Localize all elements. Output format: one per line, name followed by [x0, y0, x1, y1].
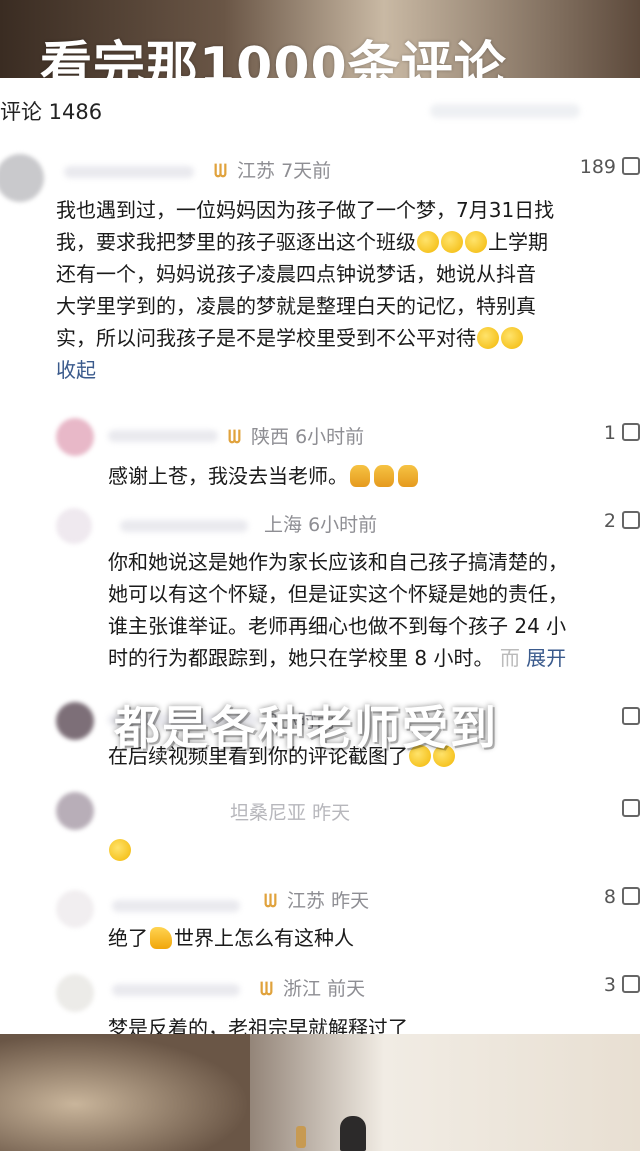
- comment-count: 评论 1486: [0, 100, 103, 124]
- username-blurred[interactable]: [64, 166, 194, 178]
- video-title-banner: 看完那1000条评论: [0, 0, 640, 80]
- like-count: 8: [603, 886, 616, 908]
- comment-meta: ᗯ 江苏 7天前: [214, 160, 332, 182]
- laugh-cry-emoji-icon: [417, 231, 439, 253]
- comment-text: 我也遇到过，一位妈妈因为孩子做了一个梦，7月31日找 我，要求我把梦里的孩子驱逐…: [56, 194, 640, 386]
- like-button[interactable]: 8: [604, 886, 640, 908]
- like-count: 2: [603, 510, 616, 532]
- collapse-link[interactable]: 收起: [56, 354, 640, 386]
- like-icon: [622, 887, 640, 905]
- video-title: 看完那1000条评论: [40, 37, 507, 80]
- comment-text: 绝了 世界上怎么有这种人: [108, 926, 354, 950]
- avatar[interactable]: [0, 154, 44, 202]
- lantern-icon: [296, 1126, 306, 1148]
- username-blurred[interactable]: [108, 430, 218, 442]
- avatar[interactable]: [56, 890, 94, 928]
- like-button[interactable]: 2: [604, 510, 640, 532]
- comment-meta: ᗯ 江苏 昨天: [264, 890, 370, 912]
- laugh-cry-emoji-icon: [109, 839, 131, 861]
- like-button[interactable]: [616, 798, 640, 820]
- like-icon: [622, 975, 640, 993]
- like-icon: [622, 707, 640, 725]
- clap-emoji-icon: [350, 465, 370, 487]
- like-button[interactable]: 1: [604, 422, 640, 444]
- clap-emoji-icon: [374, 465, 394, 487]
- comment-text: 感谢上苍，我没去当老师。: [108, 460, 420, 492]
- like-button[interactable]: 189: [580, 156, 640, 178]
- vip-badge-icon: ᗯ: [264, 891, 277, 912]
- vip-badge-icon: ᗯ: [214, 161, 227, 182]
- video-frame-bottom: [0, 1034, 640, 1151]
- username-blurred[interactable]: [112, 984, 240, 996]
- clap-emoji-icon: [398, 465, 418, 487]
- like-icon: [622, 157, 640, 175]
- vip-badge-icon: ᗯ: [260, 979, 273, 1000]
- laugh-cry-emoji-icon: [477, 327, 499, 349]
- avatar[interactable]: [56, 974, 94, 1012]
- username-blurred[interactable]: [112, 900, 240, 912]
- avatar[interactable]: [56, 792, 94, 830]
- expand-link[interactable]: 展开: [526, 646, 566, 670]
- comment-meta: ᗯ 陕西 6小时前: [228, 426, 365, 448]
- video-caption-overlay: 都是各种老师受到: [114, 701, 498, 755]
- comment-text: 你和她说这是她作为家长应该和自己孩子搞清楚的， 她可以有这个怀疑，但是证实这个怀…: [108, 550, 568, 670]
- comment-panel: 评论 1486 ᗯ 江苏 7天前 189 我也遇到过，一位妈妈因为孩子做了一个梦，…: [0, 78, 640, 1034]
- thumbs-up-emoji-icon: [150, 927, 172, 949]
- laugh-cry-emoji-icon: [465, 231, 487, 253]
- comment-text: [108, 834, 132, 866]
- laugh-cry-emoji-icon: [441, 231, 463, 253]
- like-count: 3: [603, 974, 616, 996]
- like-icon: [622, 423, 640, 441]
- header-blur: [430, 104, 580, 118]
- like-count: 189: [579, 156, 616, 178]
- avatar[interactable]: [56, 508, 92, 544]
- person-figure: [340, 1116, 366, 1151]
- comment-meta: ᗯ 浙江 前天: [260, 978, 366, 1000]
- laugh-cry-emoji-icon: [501, 327, 523, 349]
- like-icon: [622, 511, 640, 529]
- like-count: 1: [603, 422, 616, 444]
- video-background: [0, 1034, 250, 1151]
- like-button[interactable]: [616, 706, 640, 728]
- comment-text: 梦是反着的，老祖宗早就解释过了: [108, 1016, 408, 1034]
- comment-meta: 上海 6小时前: [264, 514, 378, 536]
- comment-meta: 坦桑尼亚 昨天: [230, 802, 351, 824]
- username-blurred[interactable]: [120, 520, 248, 532]
- avatar[interactable]: [56, 702, 94, 740]
- vip-badge-icon: ᗯ: [228, 427, 241, 448]
- avatar[interactable]: [56, 418, 94, 456]
- like-button[interactable]: 3: [604, 974, 640, 996]
- like-icon: [622, 799, 640, 817]
